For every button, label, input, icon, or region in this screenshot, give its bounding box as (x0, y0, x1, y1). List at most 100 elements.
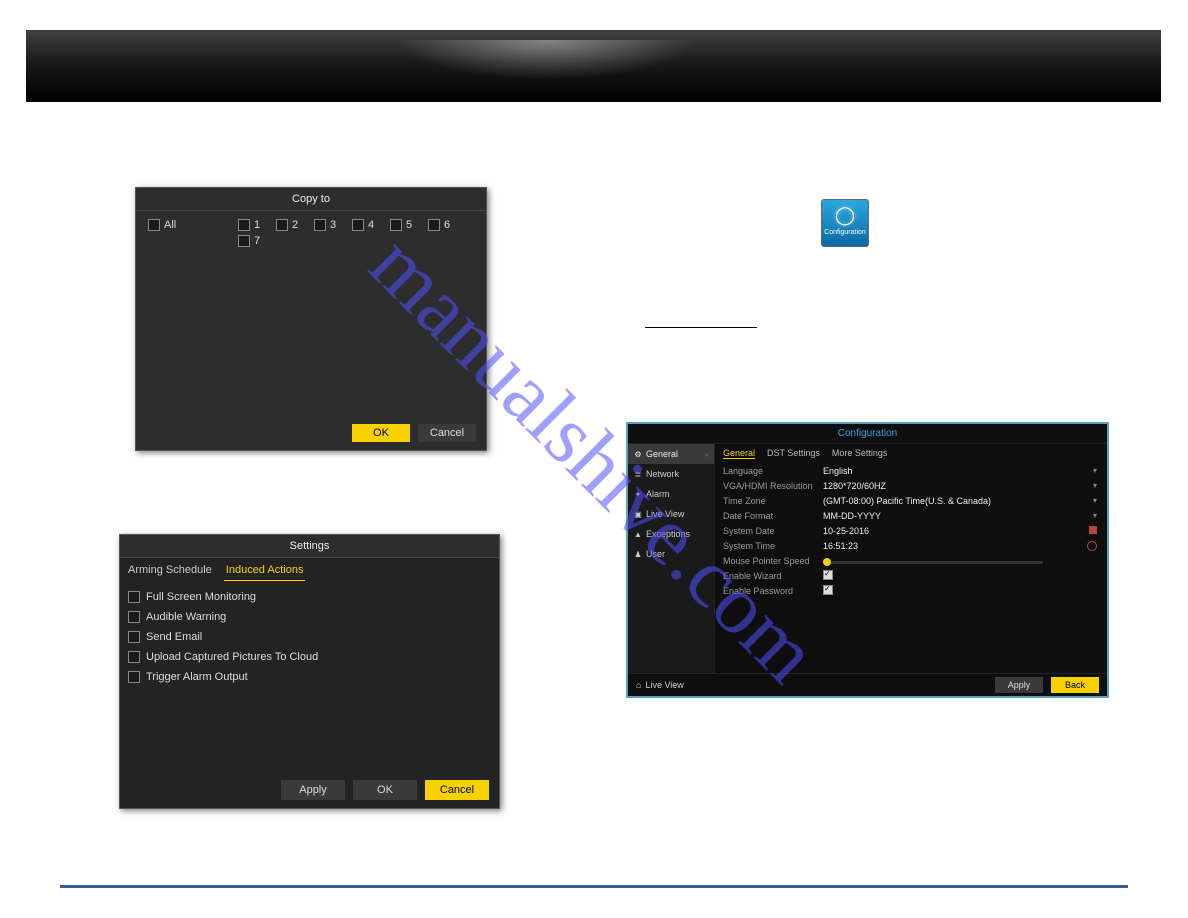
copy-item-7[interactable]: 7 (238, 235, 276, 247)
copy-item-label: All (164, 219, 176, 231)
copy-item-5[interactable]: 5 (390, 219, 428, 231)
checkbox-icon[interactable] (128, 671, 140, 683)
home-icon: ⌂ (636, 680, 641, 690)
back-button[interactable]: Back (1051, 677, 1099, 693)
system-time-label: System Time (723, 541, 823, 551)
chevron-down-icon: ▾ (1093, 496, 1097, 505)
sidebar-item-label: Alarm (646, 489, 670, 499)
copy-to-title: Copy to (136, 188, 486, 211)
option-label: Trigger Alarm Output (146, 671, 248, 683)
checkbox-icon[interactable] (128, 591, 140, 603)
tab-general[interactable]: General (723, 448, 755, 459)
cancel-button[interactable]: Cancel (425, 780, 489, 800)
resolution-select[interactable]: 1280*720/60HZ▾ (823, 481, 1099, 491)
copy-item-label: 3 (330, 219, 336, 231)
language-label: Language (723, 466, 823, 476)
gear-icon: ⚙ (634, 450, 642, 459)
tab-dst-settings[interactable]: DST Settings (767, 448, 820, 459)
language-select[interactable]: English▾ (823, 466, 1099, 476)
checkbox-icon[interactable] (276, 219, 288, 231)
sidebar-item-general[interactable]: ⚙General› (628, 444, 714, 464)
slider-thumb[interactable] (823, 558, 831, 566)
checkbox-icon[interactable] (428, 219, 440, 231)
copy-item-6[interactable]: 6 (428, 219, 466, 231)
mouse-speed-slider[interactable] (823, 558, 1099, 564)
timezone-label: Time Zone (723, 496, 823, 506)
chevron-down-icon: ▾ (1093, 511, 1097, 520)
sidebar-item-exceptions[interactable]: ▲ Exceptions (628, 524, 714, 544)
copy-item-label: 2 (292, 219, 298, 231)
sidebar-item-label: Live View (646, 509, 684, 519)
enable-password-label: Enable Password (723, 586, 823, 596)
user-icon: ♟ (634, 550, 642, 559)
checkbox-icon[interactable] (238, 235, 250, 247)
checkbox-icon[interactable] (128, 631, 140, 643)
sidebar-item-network[interactable]: ≣Network (628, 464, 714, 484)
gear-icon: ◯ (832, 202, 858, 228)
timezone-select[interactable]: (GMT-08:00) Pacific Time(U.S. & Canada)▾ (823, 496, 1099, 506)
sidebar-item-label: Exceptions (646, 529, 690, 539)
enable-wizard-label: Enable Wizard (723, 571, 823, 581)
chevron-down-icon: ▾ (1093, 481, 1097, 490)
checkbox-icon[interactable] (352, 219, 364, 231)
cancel-button[interactable]: Cancel (418, 424, 476, 442)
date-format-select[interactable]: MM-DD-YYYY▾ (823, 511, 1099, 521)
checkbox-icon[interactable] (314, 219, 326, 231)
sidebar-item-label: General (646, 449, 678, 459)
checkbox-icon[interactable] (148, 219, 160, 231)
system-date-label: System Date (723, 526, 823, 536)
option-full-screen-monitoring[interactable]: Full Screen Monitoring (128, 587, 491, 607)
configuration-desktop-icon[interactable]: ◯ Configuration (821, 199, 869, 247)
tab-more-settings[interactable]: More Settings (832, 448, 888, 459)
option-label: Full Screen Monitoring (146, 591, 256, 603)
enable-wizard-checkbox[interactable] (823, 570, 833, 580)
option-label: Audible Warning (146, 611, 226, 623)
copy-item-label: 1 (254, 219, 260, 231)
live-view-label: Live View (645, 680, 683, 690)
resolution-label: VGA/HDMI Resolution (723, 481, 823, 491)
copy-item-3[interactable]: 3 (314, 219, 352, 231)
copy-item-label: 6 (444, 219, 450, 231)
copy-item-label: 4 (368, 219, 374, 231)
tab-arming-schedule[interactable]: Arming Schedule (126, 560, 214, 581)
clock-icon[interactable] (1087, 541, 1097, 551)
ok-button[interactable]: OK (353, 780, 417, 800)
copy-item-2[interactable]: 2 (276, 219, 314, 231)
tab-induced-actions[interactable]: Induced Actions (224, 560, 306, 581)
option-send-email[interactable]: Send Email (128, 627, 491, 647)
sidebar-item-live-view[interactable]: ▣ Live View (628, 504, 714, 524)
checkbox-icon[interactable] (238, 219, 250, 231)
option-upload-cloud[interactable]: Upload Captured Pictures To Cloud (128, 647, 491, 667)
option-trigger-alarm[interactable]: Trigger Alarm Output (128, 667, 491, 687)
copy-item-all[interactable]: All (148, 219, 238, 231)
live-view-button[interactable]: ⌂ Live View (636, 680, 684, 690)
checkbox-icon[interactable] (128, 611, 140, 623)
copy-item-4[interactable]: 4 (352, 219, 390, 231)
copy-item-label: 7 (254, 235, 260, 247)
ok-button[interactable]: OK (352, 424, 410, 442)
warning-icon: ▲ (634, 530, 642, 539)
sidebar-item-alarm[interactable]: ✦Alarm (628, 484, 714, 504)
checkbox-icon[interactable] (128, 651, 140, 663)
apply-button[interactable]: Apply (995, 677, 1043, 693)
enable-password-checkbox[interactable] (823, 585, 833, 595)
copy-item-1[interactable]: 1 (238, 219, 276, 231)
top-banner (26, 30, 1161, 102)
sidebar-item-user[interactable]: ♟ User (628, 544, 714, 564)
mouse-speed-label: Mouse Pointer Speed (723, 556, 823, 566)
calendar-icon[interactable] (1089, 526, 1097, 534)
copy-item-label: 5 (406, 219, 412, 231)
configuration-window: Configuration ⚙General› ≣Network ✦Alarm … (626, 422, 1109, 698)
apply-button[interactable]: Apply (281, 780, 345, 800)
system-time-input[interactable]: 16:51:23 (823, 541, 1099, 551)
system-date-input[interactable]: 10-25-2016 (823, 526, 1099, 536)
settings-title: Settings (120, 535, 499, 558)
checkbox-icon[interactable] (390, 219, 402, 231)
page-divider (60, 885, 1128, 888)
option-label: Send Email (146, 631, 202, 643)
sidebar-item-label: User (646, 549, 665, 559)
option-audible-warning[interactable]: Audible Warning (128, 607, 491, 627)
network-icon: ≣ (634, 470, 642, 479)
configuration-icon-label: Configuration (822, 229, 868, 236)
live-view-icon: ▣ (634, 510, 642, 519)
